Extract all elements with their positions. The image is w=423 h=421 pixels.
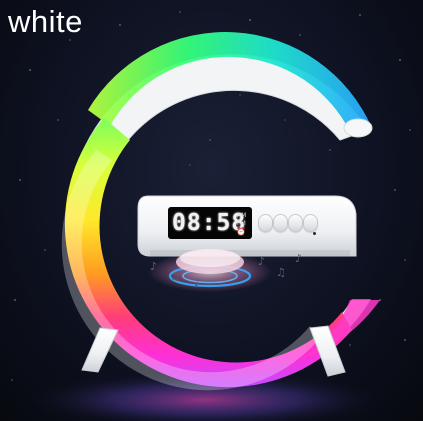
svg-text:♪: ♪ [150,260,157,273]
product-image: ♪ ♫ ♪ ♫ ♪ ♩ 08:58 AM PM ⏰ white [0,0,423,421]
svg-text:♫: ♫ [170,270,180,283]
control-button-2 [273,214,288,232]
indicator-dot [313,232,316,235]
clock-am-label: AM [237,212,247,219]
control-button-3 [288,214,303,232]
color-variant-label: white [8,4,83,39]
alarm-icon: ⏰ [236,227,246,236]
svg-text:♪: ♪ [295,252,302,265]
svg-text:♫: ♫ [276,266,286,279]
control-button-1 [258,214,273,232]
clock-pm-label: PM [237,220,246,227]
control-button-4 [303,214,318,232]
clock-display: 08:58 AM PM ⏰ [168,207,252,239]
svg-text:♪: ♪ [258,255,265,268]
svg-text:♩: ♩ [194,276,199,289]
